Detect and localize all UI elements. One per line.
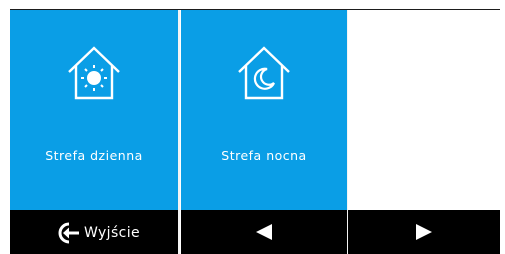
empty-slot [348,10,500,210]
house-moon-icon [238,46,290,100]
tile-day-zone-label: Strefa dzienna [45,148,143,163]
exit-label: Wyjście [84,225,141,241]
tile-night-zone-label: Strefa nocna [221,148,307,163]
next-page-button[interactable] [348,210,500,254]
tile-night-zone[interactable]: Strefa nocna [181,10,347,210]
column-divider [178,10,180,254]
prev-page-button[interactable] [181,210,347,254]
exit-arrow-icon [58,222,79,244]
tile-day-zone[interactable]: Strefa dzienna [10,10,178,210]
house-sun-icon [68,46,120,100]
triangle-right-icon [416,224,432,240]
exit-button[interactable]: Wyjście [10,210,178,254]
triangle-left-icon [256,224,272,240]
